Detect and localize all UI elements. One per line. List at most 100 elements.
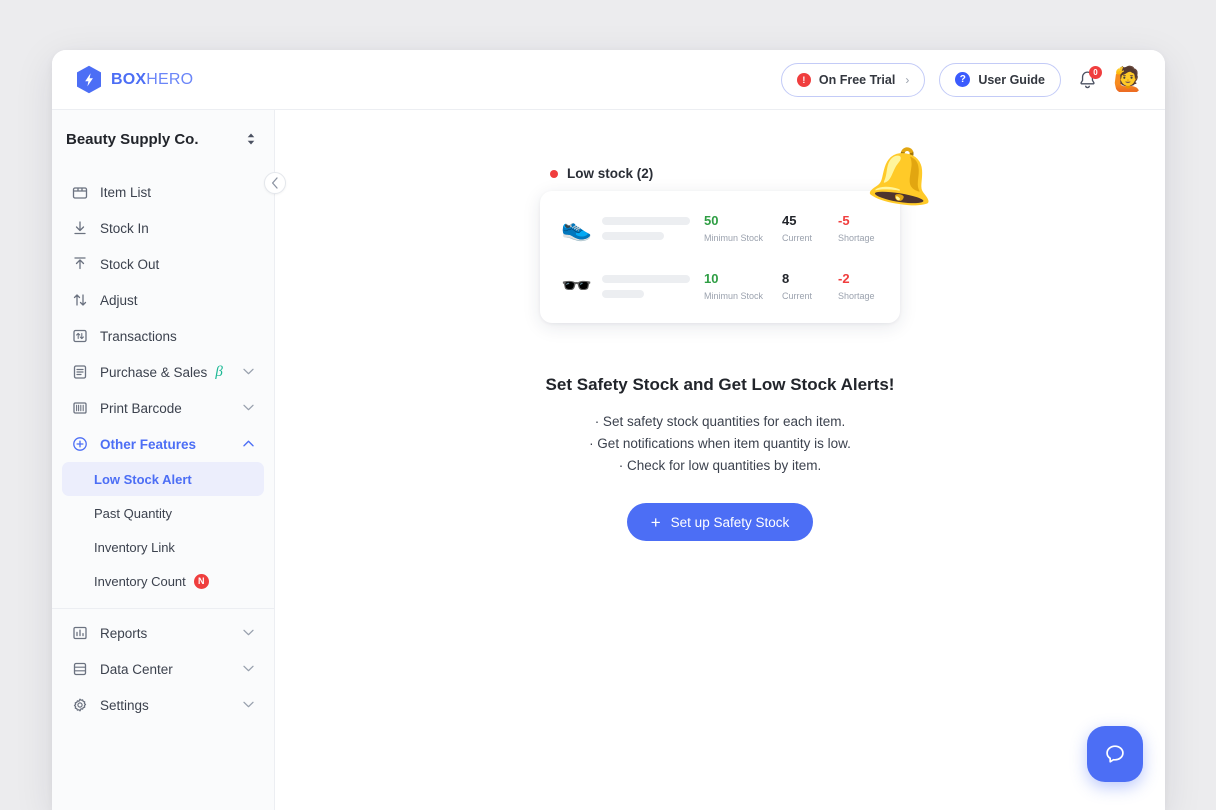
sidebar-subitem-label: Low Stock Alert [94,472,192,487]
current-stock-value: 8 [782,271,838,287]
brand-hero-text: HERO [146,71,193,88]
question-mark-icon: ? [955,72,970,87]
sidebar-item-stock-out[interactable]: Stock Out [62,246,264,282]
sidebar: Beauty Supply Co. Item List [52,110,275,810]
setup-safety-stock-button[interactable]: + Set up Safety Stock [627,503,814,541]
gear-icon [70,697,90,713]
sidebar-item-label: Other Features [100,437,196,452]
table-row: 🕶️ 10 Minimun Stock 8 Curr [554,257,886,315]
chevron-down-icon [243,664,254,675]
sidebar-subitem-label: Past Quantity [94,506,172,521]
sidebar-item-label: Data Center [100,662,173,677]
setup-safety-stock-label: Set up Safety Stock [671,515,790,530]
current-stock-label: Current [782,291,838,301]
shortage-label: Shortage [838,233,888,243]
database-icon [70,661,90,677]
chevron-down-icon [243,628,254,639]
shortage-value: -5 [838,213,888,229]
minimum-stock-cell: 10 Minimun Stock [704,271,782,300]
sidebar-item-reports[interactable]: Reports [62,615,264,651]
user-guide-button[interactable]: ? User Guide [939,63,1061,97]
page-title: Set Safety Stock and Get Low Stock Alert… [510,375,930,395]
current-stock-label: Current [782,233,838,243]
sidebar-item-other-features[interactable]: Other Features [62,426,264,462]
sidebar-item-settings[interactable]: Settings [62,687,264,723]
sidebar-item-data-center[interactable]: Data Center [62,651,264,687]
sunglasses-icon: 🕶️ [554,274,600,299]
skeleton-bar [602,290,644,298]
sidebar-subitem-label: Inventory Link [94,540,175,555]
notifications-button[interactable]: 0 [1075,67,1099,93]
minimum-stock-label: Minimun Stock [704,233,782,243]
arrows-updown-icon [70,292,90,308]
chevron-right-icon: › [905,73,909,87]
sidebar-divider [52,608,274,609]
alert-badge-icon: ! [797,73,811,87]
feature-bullets: · Set safety stock quantities for each i… [510,411,930,477]
notification-count-badge: 0 [1089,66,1102,79]
bullet-item: · Get notifications when item quantity i… [510,433,930,455]
current-stock-value: 45 [782,213,838,229]
sidebar-item-label: Purchase & Sales [100,365,207,380]
minimum-stock-value: 10 [704,271,782,287]
shortage-label: Shortage [838,291,888,301]
sidebar-item-stock-in[interactable]: Stock In [62,210,264,246]
low-stock-preview: Low stock (2) 👟 50 Minimun Stock [540,166,900,323]
workspace-switcher[interactable]: Beauty Supply Co. [52,110,274,168]
sidebar-item-past-quantity[interactable]: Past Quantity [62,496,264,530]
sidebar-item-item-list[interactable]: Item List [62,174,264,210]
chevron-up-icon [243,439,254,450]
brand-wordmark: BOXHERO [111,71,193,89]
chat-support-button[interactable] [1087,726,1143,782]
main-content: Low stock (2) 👟 50 Minimun Stock [275,110,1165,810]
plus-icon: + [651,514,661,531]
current-stock-cell: 8 Current [782,271,838,300]
app-header: BOXHERO ! On Free Trial › ? User Guide 0… [52,50,1165,110]
chevron-down-icon [243,700,254,711]
sidebar-item-label: Print Barcode [100,401,182,416]
sidebar-item-label: Transactions [100,329,177,344]
workspace-name: Beauty Supply Co. [66,131,199,148]
chevron-left-icon [271,177,279,189]
avatar[interactable]: 🙋 [1113,65,1143,95]
sidebar-item-adjust[interactable]: Adjust [62,282,264,318]
minimum-stock-value: 50 [704,213,782,229]
shortage-cell: -2 Shortage [838,271,888,300]
free-trial-label: On Free Trial [819,73,895,87]
sidebar-item-transactions[interactable]: Transactions [62,318,264,354]
shortage-value: -2 [838,271,888,287]
sidebar-item-low-stock-alert[interactable]: Low Stock Alert [62,462,264,496]
shortage-cell: -5 Shortage [838,213,888,242]
arrow-down-icon [70,220,90,236]
table-row: 👟 50 Minimun Stock 45 Curr [554,199,886,257]
sidebar-item-label: Reports [100,626,147,641]
bullet-item: · Set safety stock quantities for each i… [510,411,930,433]
brand-logo[interactable]: BOXHERO [76,65,193,94]
sidebar-item-label: Settings [100,698,149,713]
sidebar-item-inventory-count[interactable]: Inventory Count N [62,564,264,598]
sidebar-item-print-barcode[interactable]: Print Barcode [62,390,264,426]
header-actions: ! On Free Trial › ? User Guide 0 🙋 [781,63,1143,97]
new-badge-icon: N [194,574,209,589]
low-stock-card: 👟 50 Minimun Stock 45 Curr [540,191,900,323]
sidebar-item-purchase-and-sales[interactable]: Purchase & Sales β [62,354,264,390]
bullet-item: · Check for low quantities by item. [510,455,930,477]
arrow-up-icon [70,256,90,272]
skeleton-bar [602,217,690,225]
sidebar-item-inventory-link[interactable]: Inventory Link [62,530,264,564]
skeleton-bar [602,275,690,283]
sidebar-nav: Item List Stock In Stock Out [52,168,274,723]
status-dot-icon [550,170,558,178]
sidebar-item-label: Stock In [100,221,149,236]
minimum-stock-label: Minimun Stock [704,291,782,301]
sidebar-subitem-label: Inventory Count [94,574,186,589]
plus-circle-icon [70,436,90,452]
low-stock-empty-state: Low stock (2) 👟 50 Minimun Stock [510,166,930,541]
sidebar-collapse-button[interactable] [264,172,286,194]
document-icon [70,364,90,380]
free-trial-button[interactable]: ! On Free Trial › [781,63,925,97]
transactions-icon [70,328,90,344]
user-guide-label: User Guide [978,73,1045,87]
chevron-down-icon [243,367,254,378]
beta-marker: β [215,364,222,381]
